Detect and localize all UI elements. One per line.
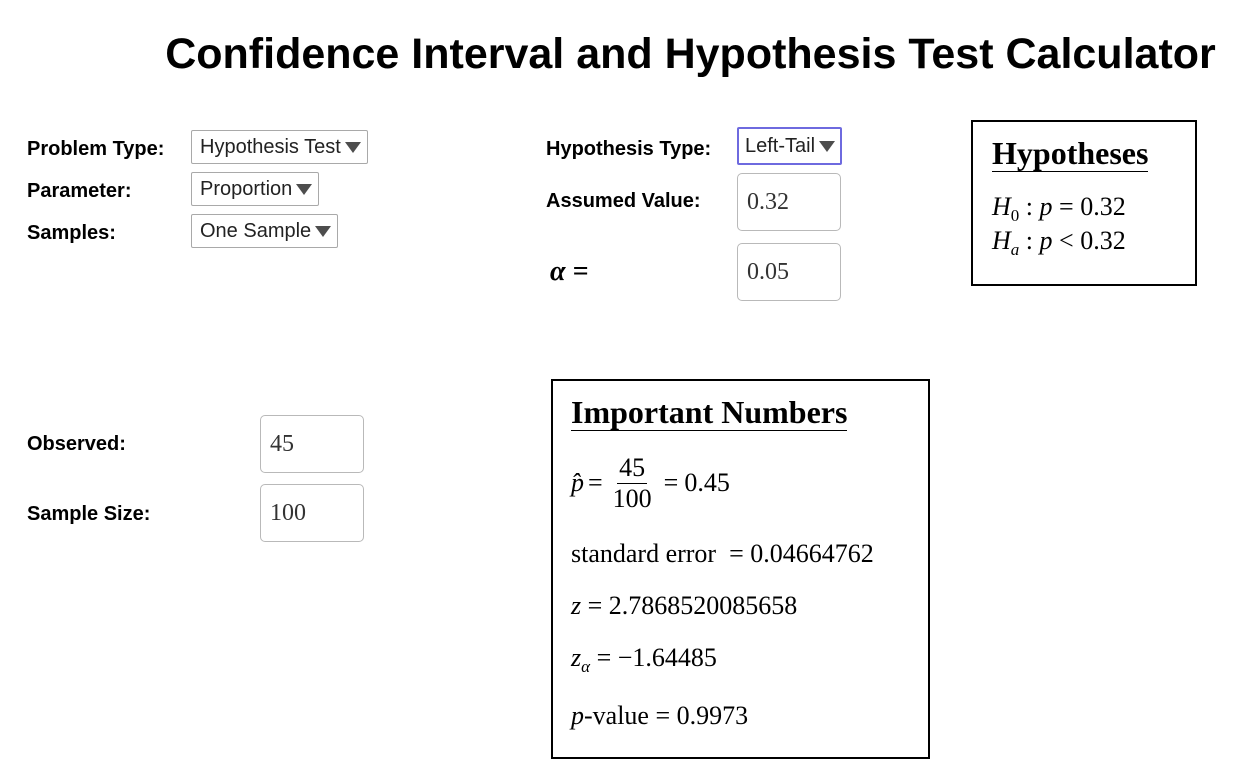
z-alpha-line: zα = −1.64485 bbox=[571, 643, 717, 676]
important-numbers-title: Important Numbers bbox=[571, 394, 848, 432]
p-hat-line: p̂ = 45 100 = 0.45 bbox=[571, 453, 730, 513]
observed-input[interactable] bbox=[260, 415, 364, 473]
parameter-select[interactable]: Proportion bbox=[191, 172, 320, 206]
problem-type-value: Hypothesis Test bbox=[200, 135, 341, 158]
assumed-value-input[interactable] bbox=[737, 173, 841, 231]
samples-select[interactable]: One Sample bbox=[191, 214, 339, 248]
chevron-down-icon bbox=[819, 140, 836, 152]
parameter-label: Parameter: bbox=[27, 180, 132, 202]
z-line: z = 2.7868520085658 bbox=[571, 591, 798, 620]
assumed-value-label: Assumed Value: bbox=[546, 190, 701, 212]
samples-label: Samples: bbox=[27, 222, 116, 244]
hypotheses-box: Hypotheses H0 : p = 0.32 Ha : p < 0.32 bbox=[971, 120, 1197, 286]
hypothesis-type-value: Left-Tail bbox=[745, 134, 816, 157]
alternative-hypothesis: Ha : p < 0.32 bbox=[992, 226, 1126, 259]
chevron-down-icon bbox=[296, 183, 313, 195]
chevron-down-icon bbox=[315, 225, 332, 237]
page-title: Confidence Interval and Hypothesis Test … bbox=[165, 30, 1216, 78]
important-numbers-box: Important Numbers p̂ = 45 100 = 0.45 sta… bbox=[551, 379, 930, 759]
p-value-line: p-value = 0.9973 bbox=[571, 701, 749, 730]
alpha-input[interactable] bbox=[737, 243, 841, 301]
hypotheses-title: Hypotheses bbox=[992, 135, 1149, 173]
alpha-label: α = bbox=[550, 256, 589, 287]
chevron-down-icon bbox=[344, 141, 361, 153]
problem-type-label: Problem Type: bbox=[27, 138, 165, 160]
sample-size-label: Sample Size: bbox=[27, 503, 151, 525]
null-hypothesis: H0 : p = 0.32 bbox=[992, 192, 1126, 225]
hypothesis-type-label: Hypothesis Type: bbox=[546, 138, 712, 160]
samples-value: One Sample bbox=[200, 219, 312, 242]
observed-label: Observed: bbox=[27, 433, 126, 455]
parameter-value: Proportion bbox=[200, 177, 293, 200]
problem-type-select[interactable]: Hypothesis Test bbox=[191, 130, 368, 164]
standard-error-line: standard error = 0.04664762 bbox=[571, 539, 874, 568]
hypothesis-type-select[interactable]: Left-Tail bbox=[737, 127, 843, 165]
sample-size-input[interactable] bbox=[260, 484, 364, 542]
